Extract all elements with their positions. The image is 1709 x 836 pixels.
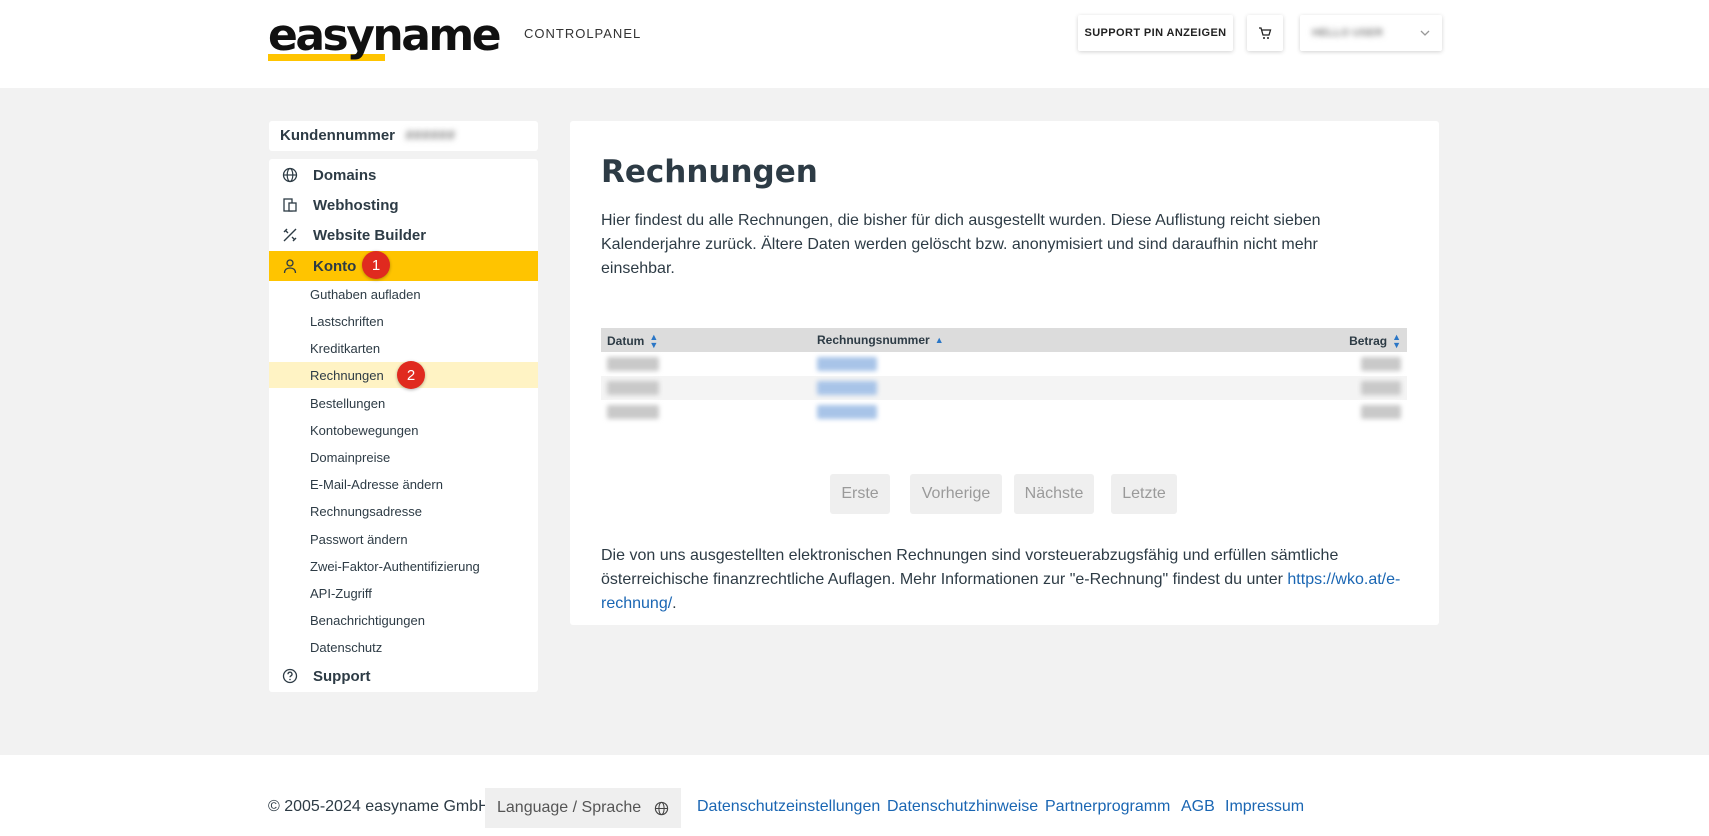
sidebar-item-domains[interactable]: Domains bbox=[269, 160, 538, 190]
pager-last-button[interactable]: Letzte bbox=[1111, 474, 1177, 514]
sort-both-icon: ▲ ▼ bbox=[1392, 332, 1401, 350]
sidebar-subitem-kontobewegungen[interactable]: Kontobewegungen bbox=[269, 417, 538, 443]
sidebar-subitem-rechnungsadresse[interactable]: Rechnungsadresse bbox=[269, 498, 538, 524]
footer-link-agb[interactable]: AGB bbox=[1181, 798, 1215, 816]
builder-icon bbox=[281, 226, 299, 244]
column-label: Datum bbox=[607, 334, 645, 348]
column-label: Rechnungsnummer bbox=[817, 333, 930, 347]
chevron-down-icon bbox=[1420, 30, 1430, 36]
sidebar-subitem-benachrichtigungen[interactable]: Benachrichtigungen bbox=[269, 607, 538, 633]
blurred-amount bbox=[1361, 405, 1401, 419]
help-icon bbox=[281, 667, 299, 685]
e-invoice-note: Die von uns ausgestellten elektronischen… bbox=[601, 544, 1411, 616]
sidebar-subitem-guthaben[interactable]: Guthaben aufladen bbox=[269, 281, 538, 307]
blurred-amount bbox=[1361, 357, 1401, 371]
sidebar-item-label: Webhosting bbox=[313, 196, 399, 214]
sidebar-item-webhosting[interactable]: Webhosting bbox=[269, 190, 538, 220]
note-text: Die von uns ausgestellten elektronischen… bbox=[601, 547, 1339, 588]
invoices-panel: Rechnungen Hier findest du alle Rechnung… bbox=[570, 121, 1439, 625]
customer-number-label: Kundennummer bbox=[280, 127, 396, 144]
user-icon bbox=[281, 257, 299, 275]
easyname-logo[interactable]: easyname bbox=[268, 10, 502, 61]
column-header-betrag[interactable]: Betrag ▲ ▼ bbox=[1349, 332, 1401, 350]
page-title: Rechnungen bbox=[601, 154, 818, 190]
sidebar-item-website-builder[interactable]: Website Builder bbox=[269, 220, 538, 250]
sidebar-subitem-2fa[interactable]: Zwei-Faktor-Authentifizierung bbox=[269, 553, 538, 579]
blurred-invoice-link[interactable] bbox=[817, 381, 877, 395]
invoices-table: Datum ▲ ▼ Rechnungsnummer ▲ Betrag ▲ ▼ bbox=[601, 328, 1407, 424]
sidebar-item-support[interactable]: Support bbox=[269, 661, 538, 691]
blurred-invoice-link[interactable] bbox=[817, 357, 877, 371]
sidebar-item-label: Domains bbox=[313, 166, 377, 184]
support-pin-button[interactable]: SUPPORT PIN ANZEIGEN bbox=[1078, 15, 1233, 51]
column-label: Betrag bbox=[1349, 334, 1388, 348]
blurred-date bbox=[607, 381, 659, 395]
sidebar-nav: Domains Webhosting Website Builder Konto… bbox=[269, 159, 538, 692]
cart-button[interactable] bbox=[1247, 15, 1283, 51]
sort-asc-icon: ▲ bbox=[934, 335, 944, 345]
pager-first-button[interactable]: Erste bbox=[830, 474, 890, 514]
sidebar-subitem-kreditkarten[interactable]: Kreditkarten bbox=[269, 335, 538, 361]
step-badge-2: 2 bbox=[397, 361, 425, 389]
pager-prev-button[interactable]: Vorherige bbox=[910, 474, 1002, 514]
table-row bbox=[601, 352, 1407, 376]
note-end: . bbox=[672, 595, 677, 612]
hosting-icon bbox=[281, 196, 299, 214]
blurred-invoice-link[interactable] bbox=[817, 405, 877, 419]
customer-number-value: ###### bbox=[405, 127, 456, 144]
globe-icon bbox=[654, 801, 669, 815]
logo-text: easyname bbox=[268, 10, 502, 61]
language-label: Language / Sprache bbox=[497, 799, 642, 816]
step-badge-1: 1 bbox=[362, 251, 390, 279]
sidebar-subitem-passwort[interactable]: Passwort ändern bbox=[269, 526, 538, 552]
table-row bbox=[601, 376, 1407, 400]
page-footer: © 2005-2024 easyname GmbH Language / Spr… bbox=[0, 755, 1709, 836]
globe-icon bbox=[281, 166, 299, 184]
column-header-datum[interactable]: Datum ▲ ▼ bbox=[607, 332, 659, 350]
top-header: easyname CONTROLPANEL SUPPORT PIN ANZEIG… bbox=[0, 0, 1709, 88]
controlpanel-label: CONTROLPANEL bbox=[524, 26, 642, 41]
sidebar-subitem-domainpreise[interactable]: Domainpreise bbox=[269, 444, 538, 470]
sort-both-icon: ▲ ▼ bbox=[649, 332, 659, 350]
sidebar-item-label: Konto bbox=[313, 257, 357, 275]
blurred-date bbox=[607, 357, 659, 371]
sidebar-item-konto[interactable]: Konto bbox=[269, 251, 538, 281]
footer-link-datenschutzhinweise[interactable]: Datenschutzhinweise bbox=[887, 798, 1038, 816]
footer-link-impressum[interactable]: Impressum bbox=[1225, 798, 1304, 816]
sidebar-subitem-datenschutz[interactable]: Datenschutz bbox=[269, 634, 538, 660]
table-header: Datum ▲ ▼ Rechnungsnummer ▲ Betrag ▲ ▼ bbox=[601, 328, 1407, 352]
footer-link-partnerprogramm[interactable]: Partnerprogramm bbox=[1045, 798, 1170, 816]
intro-text: Hier findest du alle Rechnungen, die bis… bbox=[601, 212, 1321, 277]
sidebar-item-label: Website Builder bbox=[313, 226, 427, 244]
footer-link-datenschutzeinstellungen[interactable]: Datenschutzeinstellungen bbox=[697, 798, 880, 816]
column-header-rechnungsnummer[interactable]: Rechnungsnummer ▲ bbox=[817, 333, 944, 347]
sidebar-subitem-api[interactable]: API-Zugriff bbox=[269, 580, 538, 606]
blurred-date bbox=[607, 405, 659, 419]
customer-number-box: Kundennummer ###### bbox=[269, 121, 538, 151]
cart-icon bbox=[1259, 27, 1272, 39]
pager-next-button[interactable]: Nächste bbox=[1014, 474, 1094, 514]
sidebar-subitem-lastschriften[interactable]: Lastschriften bbox=[269, 308, 538, 334]
sidebar-subitem-email-aendern[interactable]: E-Mail-Adresse ändern bbox=[269, 471, 538, 497]
copyright-text: © 2005-2024 easyname GmbH bbox=[268, 798, 490, 815]
sidebar-item-label: Support bbox=[313, 667, 371, 685]
blurred-amount bbox=[1361, 381, 1401, 395]
user-name: HELLO USER bbox=[1312, 27, 1383, 39]
table-row bbox=[601, 400, 1407, 424]
sidebar-subitem-bestellungen[interactable]: Bestellungen bbox=[269, 390, 538, 416]
user-menu-button[interactable]: HELLO USER bbox=[1300, 15, 1442, 51]
language-selector[interactable]: Language / Sprache bbox=[485, 788, 681, 828]
